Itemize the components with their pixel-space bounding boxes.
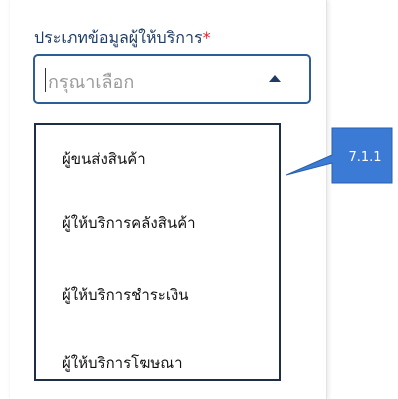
field-label: ประเภทข้อมูลผู้ให้บริการ* <box>34 26 211 51</box>
field-label-text: ประเภทข้อมูลผู้ให้บริการ <box>34 28 203 47</box>
provider-type-select[interactable]: กรุณาเลือก <box>33 54 311 104</box>
dropdown-list: ผู้ขนส่งสินค้า ผู้ให้บริการคลังสินค้า ผู… <box>34 123 281 381</box>
dropdown-option-payment[interactable]: ผู้ให้บริการชำระเงิน <box>62 283 189 307</box>
chevron-up-icon[interactable] <box>269 75 281 82</box>
select-placeholder: กรุณาเลือก <box>48 72 135 93</box>
text-cursor <box>45 68 46 92</box>
dropdown-option-shipping[interactable]: ผู้ขนส่งสินค้า <box>62 147 146 171</box>
required-mark: * <box>202 28 211 47</box>
callout-label: 7.1.1 <box>348 150 382 165</box>
form-card: ประเภทข้อมูลผู้ให้บริการ* กรุณาเลือก ผู้… <box>10 0 327 399</box>
dropdown-option-advertising[interactable]: ผู้ให้บริการโฆษณา <box>62 351 183 375</box>
dropdown-option-warehouse[interactable]: ผู้ให้บริการคลังสินค้า <box>62 211 196 235</box>
